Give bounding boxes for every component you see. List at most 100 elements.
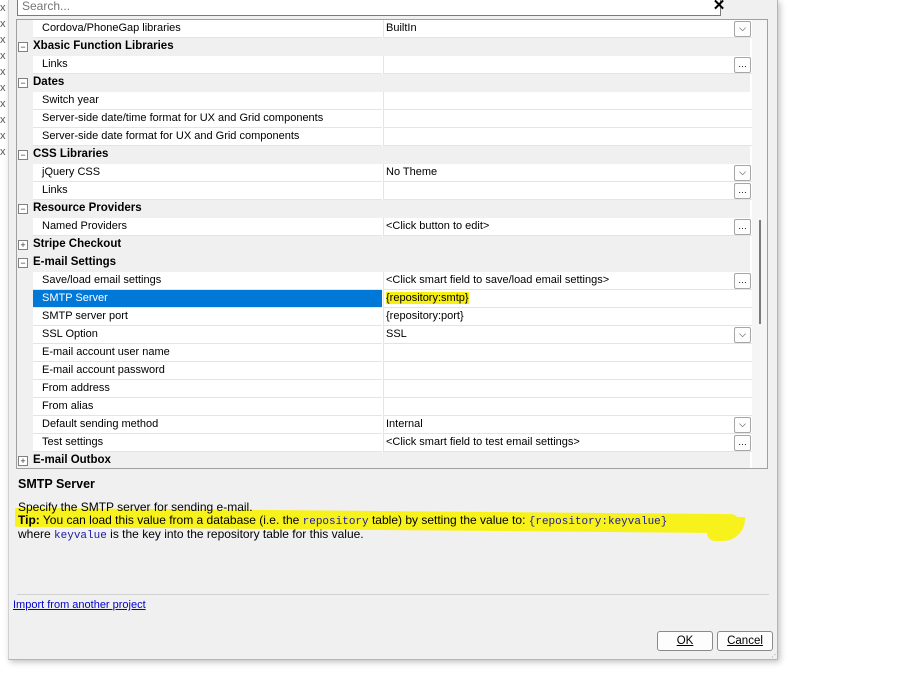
category-row[interactable]: − E-mail Settings: [17, 254, 750, 272]
property-value[interactable]: [383, 362, 753, 380]
property-row[interactable]: From address: [17, 380, 753, 398]
property-value[interactable]: Internal ⌵: [383, 416, 753, 434]
property-row[interactable]: Links …: [17, 182, 753, 200]
collapse-icon[interactable]: −: [18, 204, 28, 214]
category-row[interactable]: − CSS Libraries: [17, 146, 750, 164]
property-name[interactable]: Named Providers: [33, 218, 382, 236]
search-box[interactable]: [17, 0, 721, 16]
ellipsis-icon[interactable]: …: [734, 57, 751, 73]
property-name[interactable]: Server-side date/time format for UX and …: [33, 110, 382, 128]
chevron-down-icon[interactable]: ⌵: [734, 327, 751, 343]
property-row[interactable]: E-mail account user name: [17, 344, 753, 362]
property-row[interactable]: jQuery CSS No Theme ⌵: [17, 164, 753, 182]
expand-icon[interactable]: +: [18, 240, 28, 250]
property-value[interactable]: [383, 344, 753, 362]
collapse-icon[interactable]: −: [18, 42, 28, 52]
property-value[interactable]: No Theme ⌵: [383, 164, 753, 182]
category-row[interactable]: + Stripe Checkout: [17, 236, 750, 254]
category-label: Stripe Checkout: [33, 238, 122, 250]
clear-search-icon[interactable]: ✕: [711, 0, 727, 14]
expand-icon[interactable]: +: [18, 456, 28, 466]
scrollbar-thumb[interactable]: [759, 220, 761, 324]
property-name[interactable]: Cordova/PhoneGap libraries: [33, 20, 382, 38]
property-name[interactable]: Links: [33, 182, 382, 200]
property-row[interactable]: E-mail account password: [17, 362, 753, 380]
property-value[interactable]: {repository:port}: [383, 308, 753, 326]
row-gutter: [17, 308, 33, 326]
property-value[interactable]: [383, 110, 753, 128]
property-row[interactable]: From alias: [17, 398, 753, 416]
property-name[interactable]: Links: [33, 56, 382, 74]
property-name[interactable]: From alias: [33, 398, 382, 416]
category-label: E-mail Outbox: [33, 454, 111, 466]
property-value[interactable]: [383, 92, 753, 110]
tip-text-b: table) by setting the value to:: [368, 513, 529, 527]
property-name[interactable]: jQuery CSS: [33, 164, 382, 182]
property-name[interactable]: Switch year: [33, 92, 382, 110]
row-gutter: [17, 416, 33, 434]
property-row[interactable]: Cordova/PhoneGap libraries BuiltIn ⌵: [17, 20, 753, 38]
property-value[interactable]: <Click smart field to test email setting…: [383, 434, 753, 452]
property-name[interactable]: SMTP server port: [33, 308, 382, 326]
property-value[interactable]: …: [383, 182, 753, 200]
category-row[interactable]: − Resource Providers: [17, 200, 750, 218]
property-value[interactable]: BuiltIn ⌵: [383, 20, 753, 38]
property-name[interactable]: SSL Option: [33, 326, 382, 344]
ellipsis-icon[interactable]: …: [734, 435, 751, 451]
property-row[interactable]: SMTP server port {repository:port}: [17, 308, 753, 326]
ellipsis-icon[interactable]: …: [734, 273, 751, 289]
collapse-icon[interactable]: −: [18, 78, 28, 88]
property-name[interactable]: E-mail account password: [33, 362, 382, 380]
property-value-text: BuiltIn: [386, 22, 417, 34]
property-name[interactable]: Server-side date format for UX and Grid …: [33, 128, 382, 146]
property-row[interactable]: Test settings <Click smart field to test …: [17, 434, 753, 452]
ok-button[interactable]: OK: [657, 631, 713, 651]
property-row[interactable]: Save/load email settings <Click smart fie…: [17, 272, 753, 290]
vertical-scrollbar[interactable]: [752, 20, 767, 468]
divider: [17, 594, 769, 595]
ellipsis-icon[interactable]: …: [734, 183, 751, 199]
import-from-project-link[interactable]: Import from another project: [13, 599, 146, 611]
row-gutter: [17, 326, 33, 344]
property-name[interactable]: SMTP Server: [33, 290, 382, 308]
property-name[interactable]: From address: [33, 380, 382, 398]
category-row[interactable]: + E-mail Outbox: [17, 452, 750, 468]
row-gutter: [17, 128, 33, 146]
property-row[interactable]: Default sending method Internal ⌵: [17, 416, 753, 434]
background-window-edge: xxxxxxxxxx: [0, 2, 6, 158]
category-row[interactable]: − Xbasic Function Libraries: [17, 38, 750, 56]
collapse-icon[interactable]: −: [18, 258, 28, 268]
property-value[interactable]: [383, 128, 753, 146]
property-row[interactable]: SSL Option SSL ⌵: [17, 326, 753, 344]
help-tip-continued: where keyvalue is the key into the repos…: [18, 527, 364, 542]
property-value[interactable]: <Click smart field to save/load email se…: [383, 272, 753, 290]
property-row[interactable]: Server-side date format for UX and Grid …: [17, 128, 753, 146]
property-row[interactable]: Switch year: [17, 92, 753, 110]
tip-code-keyvalue: {repository:keyvalue}: [528, 516, 668, 528]
property-value[interactable]: {repository:smtp}: [383, 290, 753, 308]
property-value[interactable]: [383, 398, 753, 416]
property-value[interactable]: …: [383, 56, 753, 74]
property-name[interactable]: Default sending method: [33, 416, 382, 434]
property-row-selected[interactable]: SMTP Server {repository:smtp}: [17, 290, 753, 308]
collapse-icon[interactable]: −: [18, 150, 28, 160]
chevron-down-icon[interactable]: ⌵: [734, 165, 751, 181]
row-gutter: [17, 218, 33, 236]
cancel-button[interactable]: Cancel: [717, 631, 773, 651]
chevron-down-icon[interactable]: ⌵: [734, 417, 751, 433]
property-name[interactable]: Test settings: [33, 434, 382, 452]
property-name[interactable]: E-mail account user name: [33, 344, 382, 362]
category-row[interactable]: − Dates: [17, 74, 750, 92]
ellipsis-icon[interactable]: …: [734, 219, 751, 235]
property-row[interactable]: Links …: [17, 56, 753, 74]
property-row[interactable]: Named Providers <Click button to edit>…: [17, 218, 753, 236]
property-name[interactable]: Save/load email settings: [33, 272, 382, 290]
resize-grip-icon[interactable]: ⋰: [771, 650, 779, 659]
property-value[interactable]: [383, 380, 753, 398]
property-row[interactable]: Server-side date/time format for UX and …: [17, 110, 753, 128]
search-input[interactable]: [18, 0, 700, 13]
project-properties-dialog: ✕ Cordova/PhoneGap librariesBuiltIn⌵−Xba…: [8, 0, 779, 660]
property-value[interactable]: <Click button to edit>…: [383, 218, 753, 236]
chevron-down-icon[interactable]: ⌵: [734, 21, 751, 37]
property-value[interactable]: SSL ⌵: [383, 326, 753, 344]
